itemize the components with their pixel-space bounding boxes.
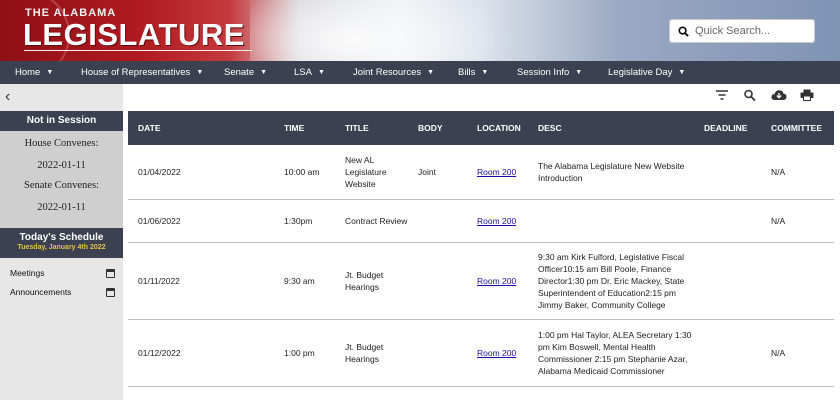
cell-deadline [694,145,761,199]
cell-date: 01/04/2022 [138,166,181,177]
cell-desc [528,199,694,242]
cell-deadline [694,242,761,319]
cell-deadline [694,319,761,386]
col-header-title[interactable]: TITLE [335,111,408,145]
cell-time: 1:30pm [284,215,313,226]
cell-body [408,242,467,319]
col-header-desc[interactable]: DESC [528,111,694,145]
cell-committee [761,242,834,319]
cell-time: 10:00 am [284,166,320,177]
location-link[interactable]: Room 200 [477,276,516,286]
calendar-icon [106,268,115,278]
senate-convenes-date: 2022-01-11 [37,202,86,213]
todays-schedule-header: Today's Schedule Tuesday, January 4th 20… [0,228,123,258]
logo-underline [24,50,252,51]
quick-search-box[interactable] [669,19,815,43]
main-nav: Home ▼ House of Representatives ▼ Senate ▼ … [0,61,840,84]
quick-search-input[interactable] [695,25,805,37]
chevron-down-icon: ▼ [317,69,325,76]
table-row: 01/06/2022 1:30pm Contract Review Room 2… [128,199,834,242]
session-status: Not in Session [0,111,123,131]
cell-body [408,319,467,386]
cell-time: 9:30 am [284,275,315,286]
col-header-deadline[interactable]: DEADLINE [694,111,761,145]
cell-title: Contract Review [345,215,408,226]
cell-title: New AL Legislature Website [345,154,387,189]
cell-date: 01/06/2022 [138,215,181,226]
print-icon[interactable] [800,89,814,101]
cell-title: Jt. Budget Hearings [345,341,384,364]
cell-time: 1:00 pm [284,347,315,358]
nav-session-info[interactable]: Session Info ▼ [517,61,582,84]
col-header-date[interactable]: DATE [128,111,274,145]
chevron-down-icon: ▼ [46,69,54,76]
nav-bills[interactable]: Bills ▼ [458,61,488,84]
nav-joint-resources[interactable]: Joint Resources ▼ [353,61,434,84]
cell-committee: N/A [771,347,786,358]
cell-date: 01/11/2022 [138,275,180,286]
schedule-table: DATE TIME TITLE BODY LOCATION DESC DEADL… [128,111,834,387]
cell-location: Room 200 [467,242,528,319]
chevron-down-icon: ▼ [481,69,489,76]
table-row: 01/12/2022 1:00 pm Jt. Budget Hearings R… [128,319,834,386]
calendar-icon [106,287,115,297]
cell-desc: The Alabama Legislature New Website Intr… [538,160,685,183]
chevron-down-icon: ▼ [678,69,686,76]
nav-house-of-representatives[interactable]: House of Representatives ▼ [81,61,203,84]
cell-location: Room 200 [467,199,528,242]
header-flag-graphic [250,0,510,61]
table-header-row: DATE TIME TITLE BODY LOCATION DESC DEADL… [128,111,834,145]
col-header-committee[interactable]: COMMITTEE [761,111,834,145]
cell-body [408,199,467,242]
chevron-left-icon[interactable]: ‹ [5,88,19,108]
col-header-location[interactable]: LOCATION [467,111,528,145]
cell-location: Room 200 [467,319,528,386]
site-logo[interactable]: LEGISLATURE [23,17,245,53]
chevron-down-icon: ▼ [260,69,268,76]
chevron-down-icon: ▼ [196,69,204,76]
nav-senate[interactable]: Senate ▼ [224,61,267,84]
cell-body: Joint [418,166,436,177]
nav-legislative-day[interactable]: Legislative Day ▼ [608,61,685,84]
cell-committee: N/A [771,215,786,226]
table-search-icon[interactable] [743,89,757,101]
sidebar-link-announcements[interactable]: Announcements [10,287,115,297]
cloud-download-icon[interactable] [771,89,787,101]
senate-convenes-label: Senate Convenes: [24,180,99,191]
col-header-body[interactable]: BODY [408,111,467,145]
cell-title: Jt. Budget Hearings [345,269,384,292]
nav-lsa[interactable]: LSA ▼ [294,61,325,84]
cell-committee: N/A [771,166,786,177]
cell-desc: 9:30 am Kirk Fulford, Legislative Fiscal… [538,251,685,310]
sidebar-link-meetings[interactable]: Meetings [10,268,115,278]
cell-date: 01/12/2022 [138,347,181,358]
todays-schedule-date: Tuesday, January 4th 2022 [17,244,106,251]
house-convenes-label: House Convenes: [24,138,99,149]
house-convenes-date: 2022-01-11 [37,160,86,171]
site-header: THE ALABAMA LEGISLATURE [0,0,840,61]
search-icon[interactable] [678,25,689,37]
cell-desc: 1:00 pm Hal Taylor, ALEA Secretary 1:30 … [538,329,692,376]
filter-icon[interactable] [715,89,729,101]
table-row: 01/04/2022 10:00 am New AL Legislature W… [128,145,834,199]
cell-deadline [694,199,761,242]
col-header-time[interactable]: TIME [274,111,335,145]
table-row: 01/11/2022 9:30 am Jt. Budget Hearings R… [128,242,834,319]
nav-home[interactable]: Home ▼ [15,61,53,84]
cell-location: Room 200 [467,145,528,199]
todays-schedule-title: Today's Schedule [19,232,104,243]
location-link[interactable]: Room 200 [477,216,516,226]
location-link[interactable]: Room 200 [477,167,516,177]
chevron-down-icon: ▼ [427,69,435,76]
location-link[interactable]: Room 200 [477,348,516,358]
sidebar: ‹ Not in Session House Convenes: 2022-01… [0,84,123,400]
chevron-down-icon: ▼ [575,69,583,76]
